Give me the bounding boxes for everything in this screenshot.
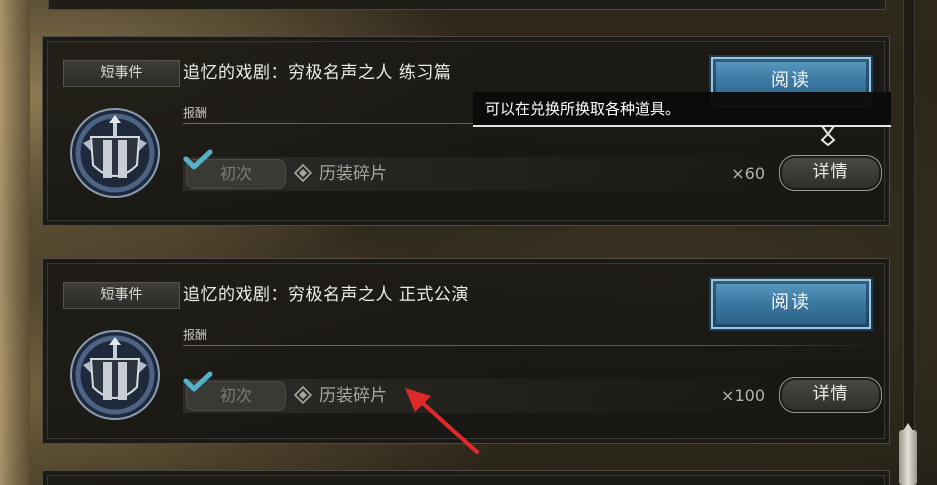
reward-quantity: ×100 [721,386,765,405]
reward-item-name: 历装碎片 [319,386,387,406]
reward-label: 报酬 [183,106,208,120]
divider [183,345,881,346]
event-type-tag: 短事件 [63,282,180,309]
event-title: 追忆的戏剧：穷极名声之人 练习篇 [183,63,452,83]
scrollbar-thumb[interactable] [899,423,917,485]
event-card: 短事件 追忆的戏剧：穷极名声之人 练习篇 阅读 报酬 初次 历装碎片 ×60 详… [42,36,890,226]
annotation-arrow-icon [405,388,479,454]
tooltip: 可以在兑换所换取各种道具。 [473,92,891,127]
shield-emblem-icon [70,108,160,198]
reward-quantity: ×60 [731,164,765,183]
scrollbar-track[interactable] [903,0,915,485]
diamond-icon [294,386,312,404]
map-edge [0,0,30,485]
diamond-icon [294,164,312,182]
read-button[interactable]: 阅读 [711,279,871,329]
event-type-tag: 短事件 [63,60,180,87]
tooltip-pointer-icon [820,125,836,146]
detail-button[interactable]: 详情 [779,155,882,191]
shield-emblem-icon [70,330,160,420]
checkmark-icon [183,149,213,170]
detail-button[interactable]: 详情 [779,377,882,413]
previous-card-edge [48,0,886,10]
reward-item-name: 历装碎片 [319,164,387,184]
event-card-partial [42,470,890,485]
checkmark-icon [183,371,213,392]
event-title: 追忆的戏剧：穷极名声之人 正式公演 [183,285,469,305]
reward-label: 报酬 [183,328,208,342]
